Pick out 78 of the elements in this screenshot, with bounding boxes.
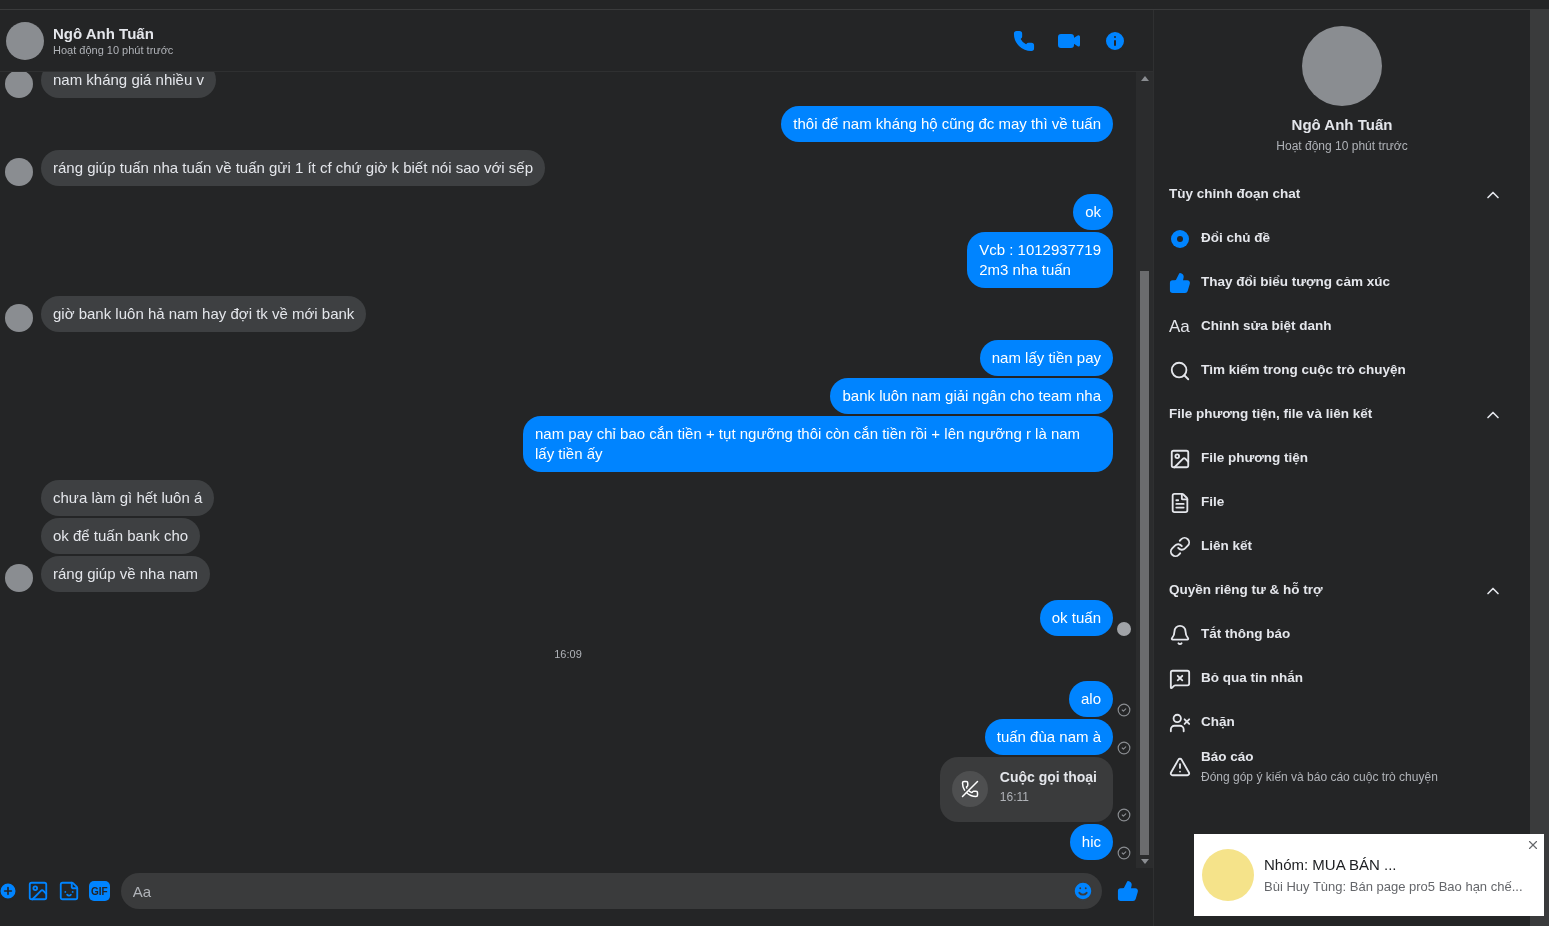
incoming-message-bubble: chưa làm gì hết luôn á <box>41 480 215 516</box>
timestamp: 16:09 <box>554 647 582 662</box>
avatar-photo-placeholder <box>6 21 44 60</box>
scroll-down-icon[interactable] <box>1140 859 1149 864</box>
menu-item[interactable]: Aa Chỉnh sửa biệt danh <box>1169 304 1515 349</box>
missed-call-icon <box>951 771 988 807</box>
menu-item[interactable]: Tìm kiếm trong cuộc trò chuyện <box>1169 348 1515 393</box>
section-header[interactable]: Tùy chỉnh đoạn chat <box>1169 172 1515 217</box>
emoji-icon[interactable] <box>1072 880 1094 902</box>
bell-icon <box>1169 623 1191 646</box>
incoming-message-bubble: ráng giúp tuấn nha tuấn về tuấn gửi 1 ít cf chứ giờ k biết nói sao với sếp <box>41 150 546 186</box>
scrollbar[interactable] <box>1136 72 1153 868</box>
incoming-message-bubble: ráng giúp về nha nam <box>41 556 211 592</box>
menu-item-label: Đổi chủ đề <box>1201 229 1270 248</box>
incoming-message-bubble: nam kháng giá nhiều v <box>41 72 216 98</box>
menu-item-label: Chỉnh sửa biệt danh <box>1201 317 1332 336</box>
gif-button[interactable]: GIF <box>89 881 110 901</box>
menu-item-label: Báo cáo <box>1201 748 1255 767</box>
voice-call-card[interactable]: Cuộc gọi thoại 16:11 <box>939 756 1113 822</box>
menu-item-label: Tìm kiếm trong cuộc trò chuyện <box>1201 361 1406 380</box>
message-x-icon <box>1169 667 1191 690</box>
warning-icon <box>1169 755 1191 778</box>
menu-item[interactable]: Báo cáo Đóng góp ý kiến và báo cáo cuộc trò chuyện <box>1169 744 1515 789</box>
active-status: Hoạt động 10 phút trước <box>53 42 174 57</box>
user-block-icon <box>1169 711 1191 734</box>
menu-item-label: Bỏ qua tin nhắn <box>1201 669 1303 688</box>
outgoing-message-bubble: thôi để nam kháng hộ cũng đc may thì về tuấn <box>781 106 1113 142</box>
profile-status: Hoạt động 10 phút trước <box>1276 137 1408 155</box>
scroll-up-icon[interactable] <box>1140 76 1149 81</box>
text-aa-icon: Aa <box>1169 318 1191 335</box>
menu-item-label: Thay đổi biểu tượng cảm xúc <box>1201 273 1390 292</box>
section-header[interactable]: File phương tiện, file và liên kết <box>1169 392 1515 437</box>
menu-item[interactable]: Liên kết <box>1169 524 1515 569</box>
notification-title: Nhóm: MUA BÁN ... <box>1264 855 1398 875</box>
contact-name: Ngô Anh Tuấn <box>53 24 155 43</box>
thumbs-up-icon[interactable] <box>1117 880 1139 902</box>
menu-item[interactable]: Đổi chủ đề <box>1169 216 1515 261</box>
menu-item-label: Tắt thông báo <box>1201 625 1291 644</box>
phone-icon[interactable] <box>1013 29 1035 52</box>
outgoing-message-bubble: hic <box>1069 823 1113 860</box>
scrollbar-thumb[interactable] <box>1140 271 1149 855</box>
incoming-message-bubble: ok để tuấn bank cho <box>41 518 201 554</box>
outgoing-message-bubble: ok tuấn <box>1039 600 1113 636</box>
menu-item-label: File phương tiện <box>1201 449 1309 468</box>
section-header[interactable]: Quyền riêng tư & hỗ trợ <box>1169 568 1515 613</box>
notification-body: Bùi Huy Tùng: Bán page pro5 Bao hạn chế... <box>1264 877 1524 896</box>
image-icon[interactable] <box>27 880 49 902</box>
menu-item[interactable]: File <box>1169 480 1515 525</box>
menu-item[interactable]: Chặn <box>1169 700 1515 745</box>
image-icon <box>1169 447 1191 470</box>
notification-popup[interactable]: Nhóm: MUA BÁN ... Bùi Huy Tùng: Bán page pro5 Bao hạn chế... <box>1194 834 1544 916</box>
menu-item-description: Đóng góp ý kiến và báo cáo cuộc trò chuyện <box>1201 768 1438 786</box>
call-title: Cuộc gọi thoại <box>999 767 1097 787</box>
menu-item[interactable]: Thay đổi biểu tượng cảm xúc <box>1169 260 1515 305</box>
file-icon <box>1169 491 1191 514</box>
outgoing-message-bubble: ok <box>1073 194 1113 230</box>
outgoing-message-bubble: nam pay chỉ bao cắn tiền + tụt ngưỡng thôi còn cắn tiền rồi + lên ngưỡng r là nam lấy tiền ấy <box>523 416 1113 472</box>
menu-item[interactable]: Tắt thông báo <box>1169 612 1515 657</box>
sticker-icon[interactable] <box>58 880 80 902</box>
link-icon <box>1169 535 1191 558</box>
outgoing-message-bubble: Vcb : 1012937719 2m3 nha tuấn <box>967 232 1113 288</box>
outgoing-message-bubble: bank luôn nam giải ngân cho team nha <box>830 378 1113 414</box>
menu-item[interactable]: Bỏ qua tin nhắn <box>1169 656 1515 701</box>
outgoing-message-bubble: nam lấy tiền pay <box>979 340 1113 376</box>
search-icon <box>1169 359 1191 382</box>
close-icon[interactable] <box>1526 838 1540 852</box>
outgoing-message-bubble: alo <box>1068 680 1113 717</box>
menu-item-label: File <box>1201 493 1225 512</box>
plus-icon[interactable] <box>0 881 18 901</box>
outgoing-message-bubble: tuấn đùa nam à <box>984 718 1113 755</box>
menu-item[interactable]: File phương tiện <box>1169 436 1515 481</box>
profile-name: Ngô Anh Tuấn <box>1291 115 1393 135</box>
call-time: 16:11 <box>999 788 1030 806</box>
incoming-message-bubble: giờ bank luôn hả nam hay đợi tk về mới bank <box>41 296 367 332</box>
thumbs-up-icon <box>1169 271 1191 294</box>
menu-item-label: Chặn <box>1201 713 1235 732</box>
message-input-field[interactable]: Aa <box>120 873 1102 909</box>
menu-item-label: Liên kết <box>1201 537 1252 556</box>
